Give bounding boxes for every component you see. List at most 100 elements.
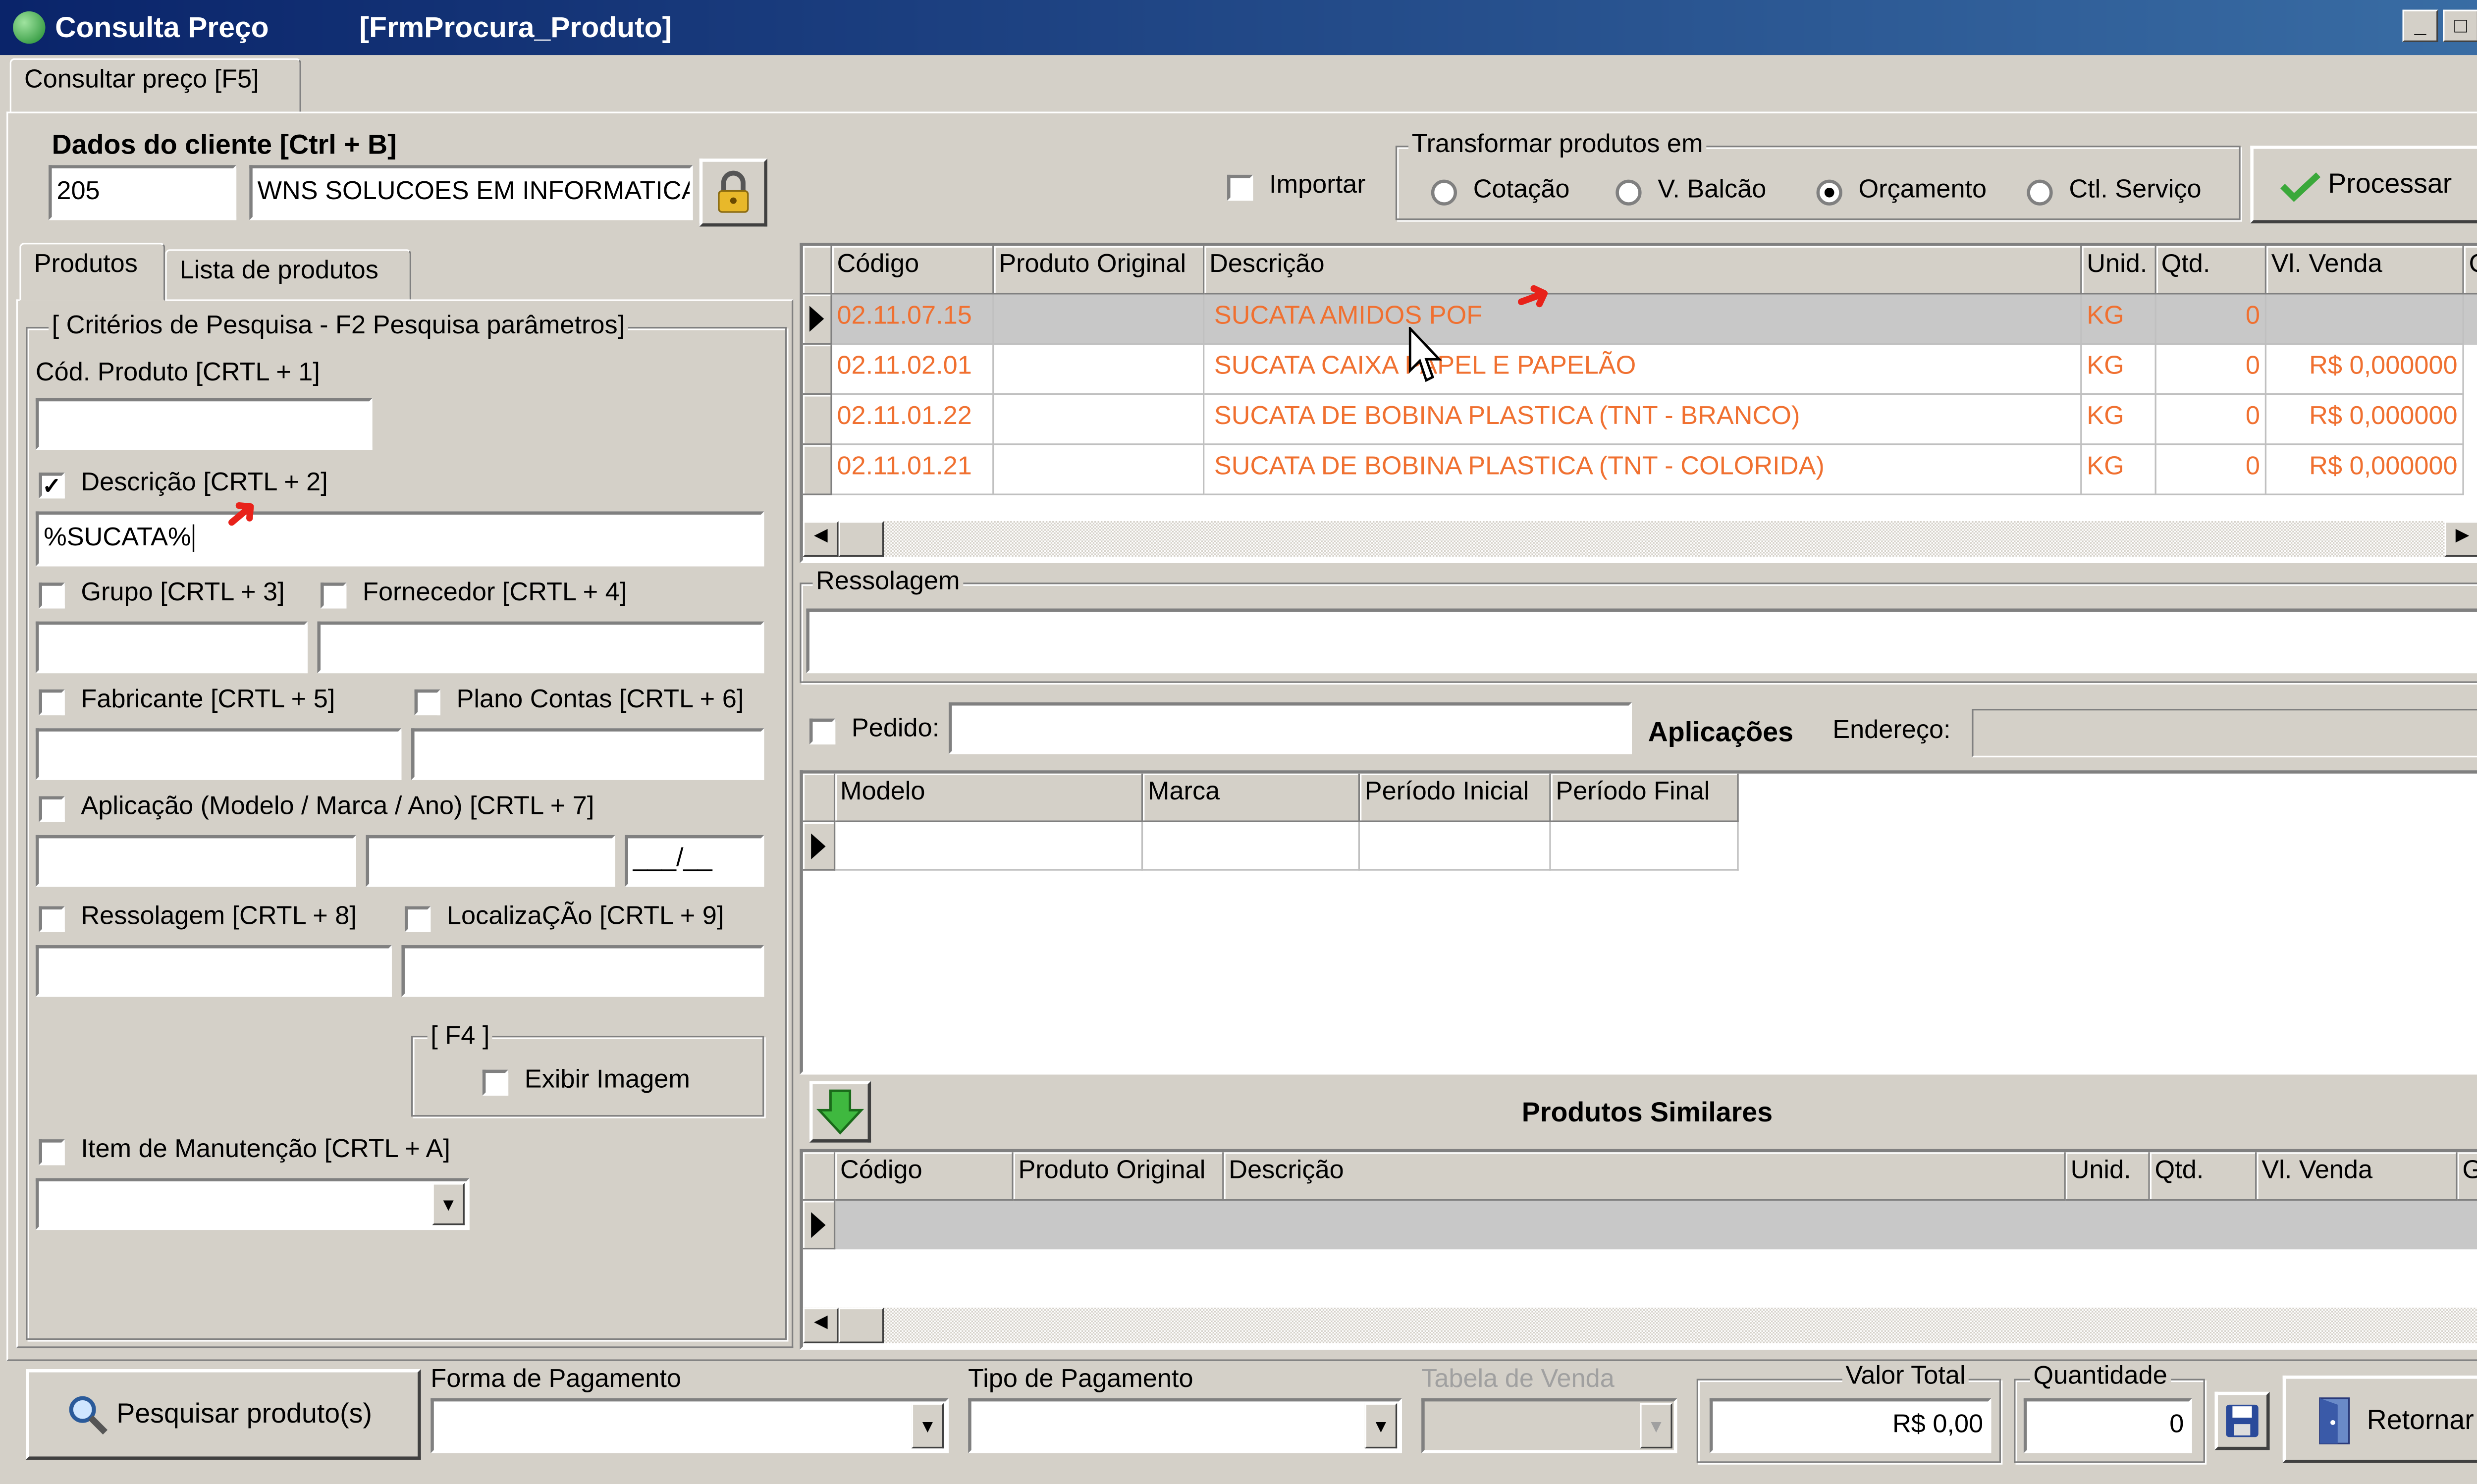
ressolagem-input[interactable] bbox=[35, 945, 392, 997]
lock-icon bbox=[718, 170, 749, 213]
forma-pagamento-select[interactable]: ▼ bbox=[431, 1398, 949, 1453]
client-name-input[interactable]: WNS SOLUCOES EM INFORMATICA bbox=[249, 165, 693, 220]
col-sim-unid[interactable]: Unid. bbox=[2065, 1152, 2150, 1201]
col-sim-codigo[interactable]: Código bbox=[835, 1152, 1014, 1201]
col-sim-gara[interactable]: Gara bbox=[2457, 1152, 2477, 1201]
col-periodo-inicial[interactable]: Período Inicial bbox=[1360, 773, 1551, 822]
col-vl-venda[interactable]: Vl. Venda bbox=[2266, 246, 2464, 295]
col-sim-qtd[interactable]: Qtd. bbox=[2150, 1152, 2257, 1201]
products-grid[interactable]: Código Produto Original Descrição Unid. … bbox=[800, 243, 2477, 563]
endereco-field[interactable] bbox=[1972, 709, 2477, 758]
mouse-cursor-icon bbox=[1408, 326, 1442, 382]
table-row[interactable]: 02.11.01.22 SUCATA DE BOBINA PLASTICA (T… bbox=[803, 395, 2477, 445]
col-sim-vl-venda[interactable]: Vl. Venda bbox=[2257, 1152, 2458, 1201]
descricao-checkbox[interactable]: ✓ bbox=[39, 473, 65, 499]
hscroll-thumb[interactable] bbox=[838, 1307, 884, 1343]
aplicacoes-grid[interactable]: Modelo Marca Período Inicial Período Fin… bbox=[800, 770, 2477, 1075]
chevron-down-icon[interactable]: ▼ bbox=[1640, 1403, 1672, 1449]
col-codigo[interactable]: Código bbox=[832, 246, 994, 295]
localizacao-input[interactable] bbox=[401, 945, 764, 997]
aplicacao-modelo-input[interactable] bbox=[35, 835, 356, 887]
floppy-disk-icon bbox=[2226, 1404, 2259, 1437]
col-modelo[interactable]: Modelo bbox=[835, 773, 1143, 822]
radio-orcamento[interactable] bbox=[1816, 179, 1842, 206]
table-row[interactable] bbox=[803, 1201, 2477, 1250]
cell-periodo-inicial bbox=[1360, 822, 1551, 871]
fabricante-checkbox[interactable] bbox=[39, 689, 65, 716]
col-descricao[interactable]: Descrição bbox=[1204, 246, 2082, 295]
save-button[interactable] bbox=[2214, 1391, 2270, 1450]
cod-produto-input[interactable] bbox=[35, 398, 373, 450]
retornar-button[interactable]: Retornar bbox=[2282, 1376, 2477, 1463]
similares-down-button[interactable] bbox=[809, 1081, 871, 1143]
retornar-label: Retornar bbox=[2367, 1404, 2474, 1435]
fornecedor-input[interactable] bbox=[317, 621, 764, 674]
scroll-left-arrow-icon[interactable]: ◀ bbox=[803, 521, 839, 557]
col-marca[interactable]: Marca bbox=[1143, 773, 1360, 822]
importar-checkbox[interactable] bbox=[1227, 174, 1253, 201]
cell-unid: KG bbox=[2082, 294, 2156, 345]
localizacao-checkbox[interactable] bbox=[404, 906, 431, 932]
ressolagem-checkbox[interactable] bbox=[39, 906, 65, 932]
radio-ctl-servico[interactable] bbox=[2027, 179, 2053, 206]
table-row[interactable]: 02.11.01.21 SUCATA DE BOBINA PLASTICA (T… bbox=[803, 445, 2477, 495]
descricao-input[interactable]: %SUCATA% bbox=[35, 511, 764, 567]
maximize-button[interactable]: □ bbox=[2443, 9, 2477, 42]
scroll-left-arrow-icon[interactable]: ◀ bbox=[803, 1307, 839, 1343]
pedido-input[interactable] bbox=[948, 702, 1632, 754]
title-bar[interactable]: Consulta Preço [FrmProcura_Produto] _ □ … bbox=[0, 0, 2477, 55]
similares-hscrollbar[interactable]: ◀ ▶ bbox=[803, 1307, 2477, 1343]
col-periodo-final[interactable]: Período Final bbox=[1551, 773, 1739, 822]
item-manutencao-select[interactable]: ▼ bbox=[35, 1178, 470, 1230]
tab-lista-produtos[interactable]: Lista de produtos bbox=[165, 249, 412, 301]
pesquisar-button[interactable]: Pesquisar produto(s) bbox=[26, 1369, 421, 1460]
tab-produtos[interactable]: Produtos bbox=[19, 243, 165, 301]
item-manutencao-label: Item de Manutenção [CRTL + A] bbox=[81, 1136, 450, 1164]
col-produto-original[interactable]: Produto Original bbox=[994, 246, 1205, 295]
table-row[interactable]: 02.11.02.01 SUCATA CAIXA PAPEL E PAPELÃO… bbox=[803, 344, 2477, 395]
col-unid[interactable]: Unid. bbox=[2082, 246, 2156, 295]
client-lock-button[interactable] bbox=[699, 159, 767, 227]
scroll-right-arrow-icon[interactable]: ▶ bbox=[2444, 521, 2477, 557]
cell-venda: R$ 0,000000 bbox=[2266, 445, 2464, 495]
minimize-button[interactable]: _ bbox=[2402, 9, 2438, 42]
col-sim-descricao[interactable]: Descrição bbox=[1224, 1152, 2066, 1201]
col-c[interactable]: C bbox=[2464, 246, 2477, 295]
aplicacao-checkbox[interactable] bbox=[39, 796, 65, 822]
plano-contas-input[interactable] bbox=[411, 728, 764, 780]
fornecedor-checkbox[interactable] bbox=[321, 583, 347, 609]
tabela-venda-select[interactable]: ▼ bbox=[1421, 1398, 1677, 1453]
tab-lista-produtos-label: Lista de produtos bbox=[179, 257, 378, 285]
col-qtd[interactable]: Qtd. bbox=[2156, 246, 2267, 295]
chevron-down-icon[interactable]: ▼ bbox=[911, 1403, 944, 1449]
radio-cotacao[interactable] bbox=[1431, 179, 1457, 206]
magnifier-icon bbox=[69, 1396, 108, 1435]
checkmark-icon bbox=[2280, 172, 2321, 202]
aplicacao-ano-input[interactable]: ___/__ bbox=[625, 835, 764, 887]
ressolagem-filter-label: Ressolagem [CRTL + 8] bbox=[81, 903, 357, 931]
grupo-input[interactable] bbox=[35, 621, 308, 674]
ressolagem-text[interactable] bbox=[806, 608, 2477, 674]
tipo-pagamento-select[interactable]: ▼ bbox=[968, 1398, 1402, 1453]
pedido-checkbox[interactable] bbox=[809, 718, 836, 744]
fabricante-input[interactable] bbox=[35, 728, 402, 780]
item-manutencao-checkbox[interactable] bbox=[39, 1139, 65, 1166]
chevron-down-icon[interactable]: ▼ bbox=[1364, 1403, 1398, 1449]
similares-grid[interactable]: Código Produto Original Descrição Unid. … bbox=[800, 1149, 2477, 1350]
table-row[interactable] bbox=[803, 822, 1739, 871]
tab-consultar-preco[interactable]: Consultar preço [F5] bbox=[9, 58, 301, 113]
products-hscrollbar[interactable]: ◀ ▶ bbox=[803, 521, 2477, 557]
plano-contas-checkbox[interactable] bbox=[414, 689, 440, 716]
cell-venda: R$ 0,000000 bbox=[2266, 344, 2464, 395]
exibir-imagem-checkbox[interactable] bbox=[482, 1069, 509, 1096]
row-indicator bbox=[803, 294, 832, 345]
client-code-input[interactable]: 205 bbox=[49, 165, 237, 220]
processar-button[interactable]: Processar bbox=[2250, 146, 2477, 223]
aplicacao-marca-input[interactable] bbox=[366, 835, 615, 887]
hscroll-thumb[interactable] bbox=[838, 521, 884, 557]
radio-v-balcao[interactable] bbox=[1615, 179, 1642, 206]
chevron-down-icon[interactable]: ▼ bbox=[432, 1183, 465, 1225]
table-row[interactable]: 02.11.07.15 SUCATA AMIDOS POF KG 0 bbox=[803, 294, 2477, 345]
grupo-checkbox[interactable] bbox=[39, 583, 65, 609]
col-sim-produto-original[interactable]: Produto Original bbox=[1013, 1152, 1224, 1201]
